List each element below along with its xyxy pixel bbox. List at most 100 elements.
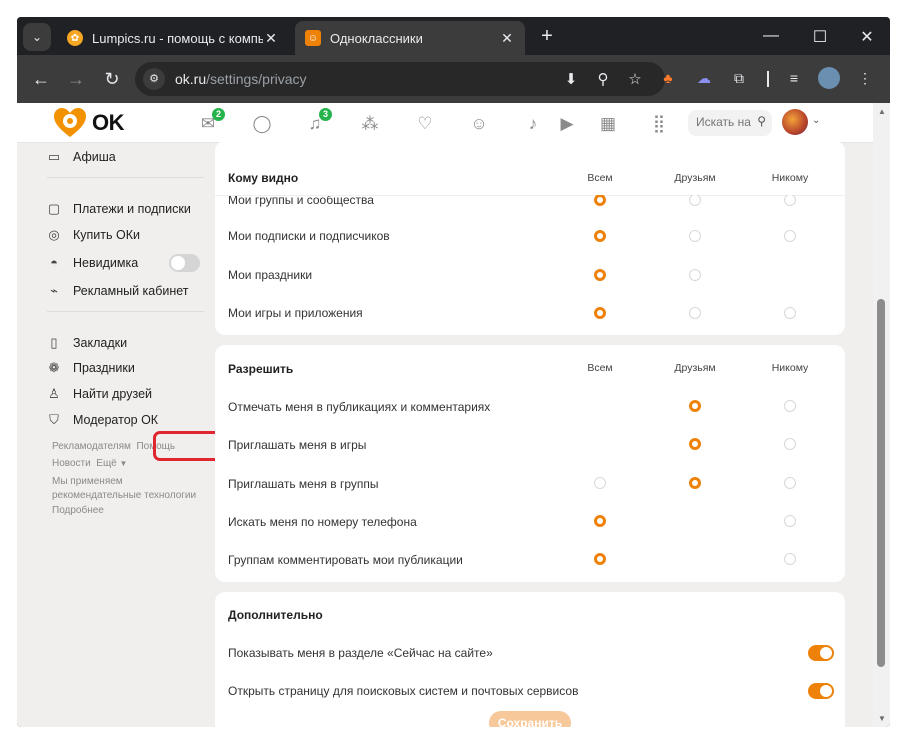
bookmark-icon: ▯ <box>50 335 58 350</box>
avatar[interactable] <box>782 109 808 135</box>
radio-friends[interactable] <box>689 438 701 450</box>
radio-friends[interactable] <box>689 269 701 281</box>
guests-icon[interactable]: ⁂ <box>359 113 381 135</box>
header-search[interactable]: ⚲ <box>688 110 772 136</box>
radio-nobody[interactable] <box>784 438 796 450</box>
radio-all[interactable] <box>594 477 606 489</box>
row-label: Мои игры и приложения <box>228 306 363 320</box>
sidebar-item-bookmarks[interactable]: ▯ Закладки <box>47 335 127 351</box>
radio-nobody[interactable] <box>784 307 796 319</box>
radio-nobody[interactable] <box>784 230 796 242</box>
apps-grid-icon[interactable]: ⣿ <box>648 113 670 135</box>
tab-lumpics[interactable]: ✿ Lumpics.ru - помощь с компью ✕ <box>57 21 289 55</box>
megaphone-icon: ⌁ <box>50 283 58 298</box>
advertisers-link[interactable]: Рекламодателям <box>52 441 131 452</box>
invisible-toggle[interactable] <box>169 254 200 272</box>
fox-extension-icon[interactable]: ♣ <box>657 67 679 89</box>
sidebar-item-holidays[interactable]: ❁ Праздники <box>47 361 135 376</box>
tab-odnoklassniki[interactable]: ☺ Одноклассники ✕ <box>295 21 525 55</box>
friends-icon[interactable]: ☺ <box>468 113 490 135</box>
radio-nobody[interactable] <box>784 400 796 412</box>
sidebar-item-afisha[interactable]: ▭ Афиша <box>47 149 116 165</box>
tab-search-chevron-icon[interactable]: ⌄ <box>23 23 51 51</box>
row-label: Показывать меня в разделе «Сейчас на сай… <box>228 646 493 660</box>
chevron-down-icon[interactable]: ⌄ <box>812 115 820 126</box>
search-input[interactable] <box>696 115 752 129</box>
scroll-up-arrow-icon[interactable]: ▲ <box>877 107 887 116</box>
back-arrow-icon[interactable]: ← <box>29 67 53 91</box>
column-friends: Друзьям <box>674 172 716 184</box>
sidebar-item-payments[interactable]: ▢ Платежи и подписки <box>47 201 191 217</box>
bell-icon[interactable]: ♫ 3 <box>304 108 332 135</box>
new-tab-plus-icon[interactable]: + <box>535 25 559 49</box>
coin-icon: ◎ <box>48 227 60 242</box>
radio-all[interactable] <box>594 553 606 565</box>
card-title: Разрешить <box>228 362 294 376</box>
sidebar-item-buy-oki[interactable]: ◎ Купить ОКи <box>47 227 140 243</box>
minimize-icon[interactable]: — <box>761 27 781 45</box>
video-icon[interactable]: ▶ <box>556 113 578 135</box>
forward-arrow-icon[interactable]: → <box>64 67 88 91</box>
install-app-icon[interactable]: ⬇ <box>561 70 581 90</box>
radio-all[interactable] <box>594 307 606 319</box>
music-icon[interactable]: ♪ <box>522 113 544 135</box>
chat-icon[interactable]: ◯ <box>251 113 273 135</box>
radio-nobody[interactable] <box>784 195 796 206</box>
ghost-extension-icon[interactable]: ☁ <box>693 67 715 89</box>
extensions-puzzle-icon[interactable]: ⧉ <box>728 67 750 89</box>
column-nobody: Никому <box>771 172 809 184</box>
card-title: Кому видно <box>228 171 299 185</box>
wallet-icon: ▢ <box>47 201 61 216</box>
sidebar-item-invisible[interactable]: ◓ Невидимка <box>47 254 202 272</box>
address-bar[interactable]: ⚙ ok.ru/settings/privacy ⬇ ⚲ ☆ <box>135 62 665 96</box>
radio-friends[interactable] <box>689 400 701 412</box>
site-info-icon[interactable]: ⚙ <box>143 68 165 90</box>
url-path: /settings/privacy <box>206 71 307 87</box>
online-now-toggle[interactable] <box>808 645 834 661</box>
sidebar-item-ads-cabinet[interactable]: ⌁ Рекламный кабинет <box>47 283 188 299</box>
radio-all[interactable] <box>594 269 606 281</box>
page-scrollbar[interactable]: ▲ ▼ <box>873 103 890 727</box>
radio-all[interactable] <box>594 195 606 206</box>
reading-list-icon[interactable]: ≡ <box>783 67 805 89</box>
radio-nobody[interactable] <box>784 477 796 489</box>
zoom-icon[interactable]: ⚲ <box>593 70 613 90</box>
radio-friends[interactable] <box>689 230 701 242</box>
reload-icon[interactable]: ↻ <box>100 67 124 91</box>
close-icon[interactable]: ✕ <box>499 30 515 47</box>
sidebar-item-find-friends[interactable]: ♙ Найти друзей <box>47 386 152 402</box>
like-icon[interactable]: ♡ <box>414 113 436 135</box>
bookmark-star-icon[interactable]: ☆ <box>625 70 645 90</box>
url-text[interactable]: ok.ru/settings/privacy <box>175 71 307 87</box>
allow-card: Разрешить Всем Друзьям Никому Отмечать м… <box>215 345 845 582</box>
close-window-icon[interactable]: ✕ <box>857 27 877 47</box>
add-friend-icon: ♙ <box>48 386 60 401</box>
details-link[interactable]: Подробнее <box>52 505 104 516</box>
save-button[interactable]: Сохранить <box>489 711 571 727</box>
more-link[interactable]: Ещё <box>96 458 116 469</box>
browser-toolbar: ← → ↻ ⚙ ok.ru/settings/privacy ⬇ ⚲ ☆ ♣ ☁… <box>17 55 890 103</box>
search-icon[interactable]: ⚲ <box>757 114 766 128</box>
news-link[interactable]: Новости <box>52 458 91 469</box>
radio-all[interactable] <box>594 515 606 527</box>
radio-all[interactable] <box>594 230 606 242</box>
sidebar-item-moderator[interactable]: ⛉ Модератор ОК <box>47 413 158 428</box>
radio-nobody[interactable] <box>784 515 796 527</box>
sidebar-item-label: Праздники <box>73 361 135 375</box>
mail-icon[interactable]: ✉ 2 <box>197 108 225 135</box>
ticket-icon: ▭ <box>47 149 61 164</box>
menu-dots-icon[interactable]: ⋮ <box>854 67 876 89</box>
scroll-down-arrow-icon[interactable]: ▼ <box>877 714 887 723</box>
radio-friends[interactable] <box>689 477 701 489</box>
profile-avatar-icon[interactable] <box>818 67 840 89</box>
incognito-icon: ◓ <box>50 255 58 270</box>
close-icon[interactable]: ✕ <box>263 30 279 47</box>
search-engines-toggle[interactable] <box>808 683 834 699</box>
calendar-icon[interactable]: ▦ <box>597 113 619 135</box>
ok-logo[interactable]: OK <box>52 107 125 139</box>
radio-nobody[interactable] <box>784 553 796 565</box>
radio-friends[interactable] <box>689 195 701 206</box>
maximize-icon[interactable]: ☐ <box>810 27 830 47</box>
radio-friends[interactable] <box>689 307 701 319</box>
scroll-thumb[interactable] <box>877 299 885 667</box>
